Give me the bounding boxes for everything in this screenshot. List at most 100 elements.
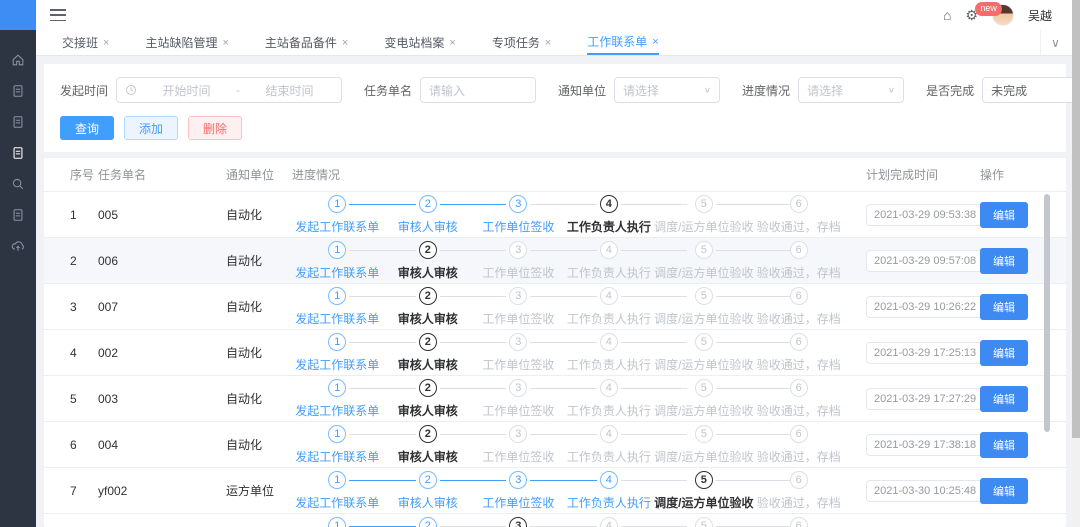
step-number: 2 — [419, 195, 437, 213]
step-label: 发起工作联系单 — [295, 448, 379, 465]
edit-button[interactable]: 编辑 — [980, 294, 1028, 320]
edit-button[interactable]: 编辑 — [980, 386, 1028, 412]
step-label: 审核人审核 — [398, 218, 458, 235]
progress-steps: 1发起工作联系单2审核人审核3工作单位签收4工作负责人执行5调度/运方单位验收6… — [292, 425, 844, 465]
page-scrollbar-thumb[interactable] — [1072, 0, 1080, 438]
task-name-input[interactable]: 请输入 — [420, 77, 536, 103]
tab-bar: 交接班× 主站缺陷管理× 主站备品备件× 变电站档案× 专项任务× 工作联系单× ∨ — [36, 30, 1080, 56]
file-icon — [11, 84, 25, 98]
step-5: 5调度/运方单位验收 — [654, 195, 753, 235]
edit-button[interactable]: 编辑 — [980, 248, 1028, 274]
close-icon[interactable]: × — [545, 37, 551, 49]
tab-4[interactable]: 专项任务× — [492, 30, 551, 55]
sidebar-item-file-3[interactable] — [0, 137, 36, 168]
table-row-5[interactable]: 6004自动化1发起工作联系单2审核人审核3工作单位签收4工作负责人执行5调度/… — [44, 422, 1066, 468]
table-row-1[interactable]: 2006自动化1发起工作联系单2审核人审核3工作单位签收4工作负责人执行5调度/… — [44, 238, 1066, 284]
date-range-input[interactable]: 开始时间 - 结束时间 — [116, 77, 342, 103]
step-label: 验收通过，存档 — [757, 356, 841, 373]
step-label: 调度/运方单位验收 — [654, 218, 753, 235]
close-icon[interactable]: × — [103, 37, 109, 49]
cell-progress: 1发起工作联系单2审核人审核3工作单位签收4工作负责人执行5调度/运方单位验收6… — [292, 471, 844, 511]
home-icon[interactable]: ⌂ — [943, 8, 951, 22]
progress-steps: 1发起工作联系单2审核人审核3工作单位签收4工作负责人执行5调度/运方单位验收6… — [292, 517, 844, 527]
tab-3[interactable]: 变电站档案× — [384, 30, 455, 55]
table-row-6[interactable]: 7yf002运方单位1发起工作联系单2审核人审核3工作单位签收4工作负责人执行5… — [44, 468, 1066, 514]
close-icon[interactable]: × — [449, 37, 455, 49]
step-label: 发起工作联系单 — [295, 264, 379, 281]
step-number: 5 — [695, 425, 713, 443]
tabs-chevron-down-icon[interactable]: ∨ — [1040, 30, 1070, 55]
step-label: 发起工作联系单 — [295, 218, 379, 235]
step-label: 调度/运方单位验收 — [654, 494, 753, 511]
completed-select[interactable]: 未完成 ∨ — [982, 77, 1080, 103]
edit-button[interactable]: 编辑 — [980, 478, 1028, 504]
page-scrollbar[interactable] — [1072, 0, 1080, 527]
tab-0[interactable]: 交接班× — [62, 30, 109, 55]
sidebar-item-file-5[interactable] — [0, 199, 36, 230]
tab-1[interactable]: 主站缺陷管理× — [145, 30, 228, 55]
sidebar-item-cloud-upload-6[interactable] — [0, 230, 36, 261]
step-label: 工作负责人执行 — [567, 264, 651, 281]
step-label: 工作单位签收 — [482, 494, 554, 511]
step-4: 4工作负责人执行 — [564, 333, 655, 373]
tab-5[interactable]: 工作联系单× — [587, 30, 658, 55]
cell-planned-time: 2021-03-29 17:27:29 — [844, 388, 976, 410]
step-number: 4 — [600, 333, 618, 351]
step-5: 5调度/运方单位验收 — [654, 425, 753, 465]
step-5: 5调度/运方单位验收 — [654, 379, 753, 419]
table-row-7[interactable]: 1发起工作联系单2审核人审核3工作单位签收4工作负责人执行5调度/运方单位验收6… — [44, 514, 1066, 527]
step-1: 1发起工作联系单 — [292, 333, 383, 373]
cell-seq: 6 — [58, 438, 98, 452]
sidebar-item-file-2[interactable] — [0, 106, 36, 137]
step-3: 3工作单位签收 — [473, 333, 564, 373]
username[interactable]: 吴越 — [1028, 7, 1052, 24]
cell-progress: 1发起工作联系单2审核人审核3工作单位签收4工作负责人执行5调度/运方单位验收6… — [292, 195, 844, 235]
step-3: 3工作单位签收 — [473, 517, 564, 527]
cell-task-name: 005 — [98, 208, 226, 222]
cell-planned-time: 2021-03-29 10:26:22 — [844, 296, 976, 318]
progress-label: 进度情况 — [742, 82, 790, 99]
step-5: 5调度/运方单位验收 — [654, 471, 753, 511]
close-icon[interactable]: × — [652, 36, 658, 48]
cell-action: 编辑 — [976, 386, 1050, 412]
table-row-0[interactable]: 1005自动化1发起工作联系单2审核人审核3工作单位签收4工作负责人执行5调度/… — [44, 192, 1066, 238]
step-label: 工作单位签收 — [482, 310, 554, 327]
cell-notify-unit: 自动化 — [226, 298, 292, 315]
delete-button[interactable]: 删除 — [188, 116, 242, 140]
hamburger-menu-icon[interactable] — [50, 9, 66, 21]
step-number: 1 — [328, 287, 346, 305]
logo-block — [0, 0, 36, 30]
step-number: 2 — [419, 425, 437, 443]
search-button[interactable]: 查询 — [60, 116, 114, 140]
table-row-3[interactable]: 4002自动化1发起工作联系单2审核人审核3工作单位签收4工作负责人执行5调度/… — [44, 330, 1066, 376]
step-6: 6验收通过，存档 — [753, 333, 844, 373]
step-label: 验收通过，存档 — [757, 402, 841, 419]
step-number: 1 — [328, 333, 346, 351]
table-scrollbar-thumb[interactable] — [1044, 194, 1050, 432]
close-icon[interactable]: × — [342, 37, 348, 49]
progress-select[interactable]: 请选择 ∨ — [798, 77, 904, 103]
edit-button[interactable]: 编辑 — [980, 202, 1028, 228]
tab-2[interactable]: 主站备品备件× — [265, 30, 348, 55]
step-6: 6验收通过，存档 — [753, 517, 844, 527]
cloud-upload-icon — [11, 239, 25, 253]
step-number: 1 — [328, 195, 346, 213]
table-row-2[interactable]: 3007自动化1发起工作联系单2审核人审核3工作单位签收4工作负责人执行5调度/… — [44, 284, 1066, 330]
notify-unit-select[interactable]: 请选择 ∨ — [614, 77, 720, 103]
close-icon[interactable]: × — [222, 37, 228, 49]
step-label: 工作单位签收 — [482, 356, 554, 373]
cell-seq: 2 — [58, 254, 98, 268]
step-label: 审核人审核 — [398, 402, 458, 419]
cell-notify-unit: 自动化 — [226, 436, 292, 453]
edit-button[interactable]: 编辑 — [980, 340, 1028, 366]
add-button[interactable]: 添加 — [124, 116, 178, 140]
sidebar-item-file-1[interactable] — [0, 75, 36, 106]
table-row-4[interactable]: 5003自动化1发起工作联系单2审核人审核3工作单位签收4工作负责人执行5调度/… — [44, 376, 1066, 422]
sidebar-item-search-4[interactable] — [0, 168, 36, 199]
step-3: 3工作单位签收 — [473, 287, 564, 327]
step-number: 2 — [419, 241, 437, 259]
step-6: 6验收通过，存档 — [753, 471, 844, 511]
edit-button[interactable]: 编辑 — [980, 432, 1028, 458]
sidebar-item-home-0[interactable] — [0, 44, 36, 75]
step-number: 3 — [509, 471, 527, 489]
